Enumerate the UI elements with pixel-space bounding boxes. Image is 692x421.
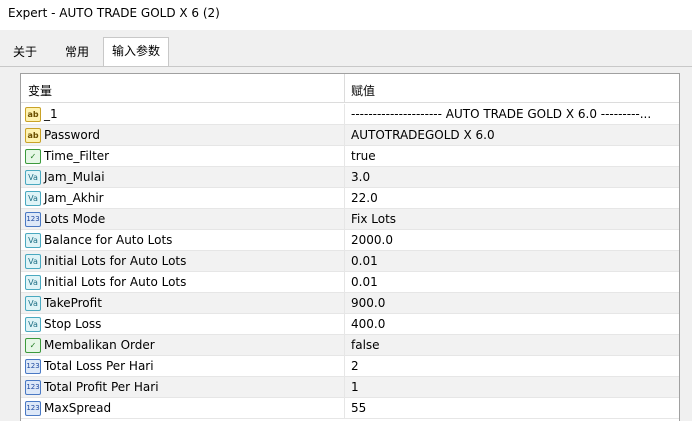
parameter-name: Initial Lots for Auto Lots xyxy=(44,275,187,289)
parameter-value[interactable]: AUTOTRADEGOLD X 6.0 xyxy=(351,128,676,142)
cell-divider xyxy=(344,146,345,167)
parameter-value[interactable]: 3.0 xyxy=(351,170,676,184)
tab-common[interactable]: 常用 xyxy=(56,39,98,63)
parameter-row[interactable]: 123 MaxSpread 55 xyxy=(21,398,679,419)
parameter-name: Time_Filter xyxy=(44,149,110,163)
parameter-value[interactable]: 400.0 xyxy=(351,317,676,331)
parameter-row[interactable]: 123 Lots Mode Fix Lots xyxy=(21,209,679,230)
tab-about[interactable]: 关于 xyxy=(8,39,42,63)
parameter-name: Lots Mode xyxy=(44,212,106,226)
column-header-variable[interactable]: 变量 xyxy=(28,82,52,99)
integer-type-icon: 123 xyxy=(25,401,41,416)
cell-divider xyxy=(344,209,345,230)
parameter-value[interactable]: 1 xyxy=(351,380,676,394)
parameter-value[interactable]: 900.0 xyxy=(351,296,676,310)
boolean-type-icon: ✓ xyxy=(25,149,41,164)
parameter-value[interactable]: 0.01 xyxy=(351,275,676,289)
grid-header: 变量 赋值 xyxy=(21,74,679,103)
column-divider[interactable] xyxy=(344,74,345,103)
double-type-icon: Va xyxy=(25,275,41,290)
cell-divider xyxy=(344,167,345,188)
parameter-name: Initial Lots for Auto Lots xyxy=(44,254,187,268)
parameter-value[interactable]: 55 xyxy=(351,401,676,415)
parameter-name: Total Profit Per Hari xyxy=(44,380,159,394)
parameter-name: Total Loss Per Hari xyxy=(44,359,154,373)
integer-type-icon: 123 xyxy=(25,380,41,395)
cell-divider xyxy=(344,125,345,146)
cell-divider xyxy=(344,188,345,209)
cell-divider xyxy=(344,293,345,314)
parameter-name: Jam_Akhir xyxy=(44,191,104,205)
cell-divider xyxy=(344,356,345,377)
cell-divider xyxy=(344,377,345,398)
string-type-icon: ab xyxy=(25,107,41,122)
parameter-row[interactable]: ✓ Membalikan Order false xyxy=(21,335,679,356)
parameter-row[interactable]: Va Jam_Akhir 22.0 xyxy=(21,188,679,209)
parameter-name: Password xyxy=(44,128,101,142)
parameter-value[interactable]: --------------------- AUTO TRADE GOLD X … xyxy=(351,107,676,121)
parameter-name: TakeProfit xyxy=(44,296,102,310)
parameter-row[interactable]: ✓ Time_Filter true xyxy=(21,146,679,167)
parameter-row[interactable]: Va Balance for Auto Lots 2000.0 xyxy=(21,230,679,251)
parameter-row[interactable]: 123 Total Loss Per Hari 2 xyxy=(21,356,679,377)
parameter-value[interactable]: 2000.0 xyxy=(351,233,676,247)
parameter-value[interactable]: true xyxy=(351,149,676,163)
parameter-row[interactable]: Va TakeProfit 900.0 xyxy=(21,293,679,314)
cell-divider xyxy=(344,314,345,335)
double-type-icon: Va xyxy=(25,233,41,248)
boolean-type-icon: ✓ xyxy=(25,338,41,353)
parameter-row[interactable]: Va Initial Lots for Auto Lots 0.01 xyxy=(21,272,679,293)
parameter-value[interactable]: 2 xyxy=(351,359,676,373)
cell-divider xyxy=(344,251,345,272)
string-type-icon: ab xyxy=(25,128,41,143)
tab-strip: 关于 常用 输入参数 xyxy=(0,30,692,68)
parameter-name: MaxSpread xyxy=(44,401,112,415)
parameters-grid: 变量 赋值 ab _1 --------------------- AUTO TRA… xyxy=(20,73,680,421)
cell-divider xyxy=(344,398,345,419)
cell-divider xyxy=(344,335,345,356)
parameter-value[interactable]: false xyxy=(351,338,676,352)
window-title: Expert - AUTO TRADE GOLD X 6 (2) xyxy=(0,0,692,30)
parameter-name: Membalikan Order xyxy=(44,338,155,352)
double-type-icon: Va xyxy=(25,191,41,206)
parameter-row[interactable]: Va Stop Loss 400.0 xyxy=(21,314,679,335)
tab-inputs[interactable]: 输入参数 xyxy=(103,37,169,68)
parameter-name: _1 xyxy=(44,107,58,121)
double-type-icon: Va xyxy=(25,254,41,269)
cell-divider xyxy=(344,104,345,125)
parameter-row[interactable]: ab _1 --------------------- AUTO TRADE GOL… xyxy=(21,104,679,125)
parameter-row[interactable]: Va Initial Lots for Auto Lots 0.01 xyxy=(21,251,679,272)
parameter-value[interactable]: Fix Lots xyxy=(351,212,676,226)
parameter-name: Balance for Auto Lots xyxy=(44,233,173,247)
parameter-name: Stop Loss xyxy=(44,317,102,331)
inputs-panel: 变量 赋值 ab _1 --------------------- AUTO TRA… xyxy=(0,66,692,421)
parameter-row[interactable]: 123 Total Profit Per Hari 1 xyxy=(21,377,679,398)
cell-divider xyxy=(344,272,345,293)
double-type-icon: Va xyxy=(25,170,41,185)
parameter-value[interactable]: 22.0 xyxy=(351,191,676,205)
parameter-row[interactable]: Va Jam_Mulai 3.0 xyxy=(21,167,679,188)
parameter-row[interactable]: ab Password AUTOTRADEGOLD X 6.0 xyxy=(21,125,679,146)
column-header-value[interactable]: 赋值 xyxy=(351,82,375,99)
cell-divider xyxy=(344,230,345,251)
integer-type-icon: 123 xyxy=(25,359,41,374)
parameter-value[interactable]: 0.01 xyxy=(351,254,676,268)
double-type-icon: Va xyxy=(25,296,41,311)
double-type-icon: Va xyxy=(25,317,41,332)
integer-type-icon: 123 xyxy=(25,212,41,227)
parameter-name: Jam_Mulai xyxy=(44,170,105,184)
